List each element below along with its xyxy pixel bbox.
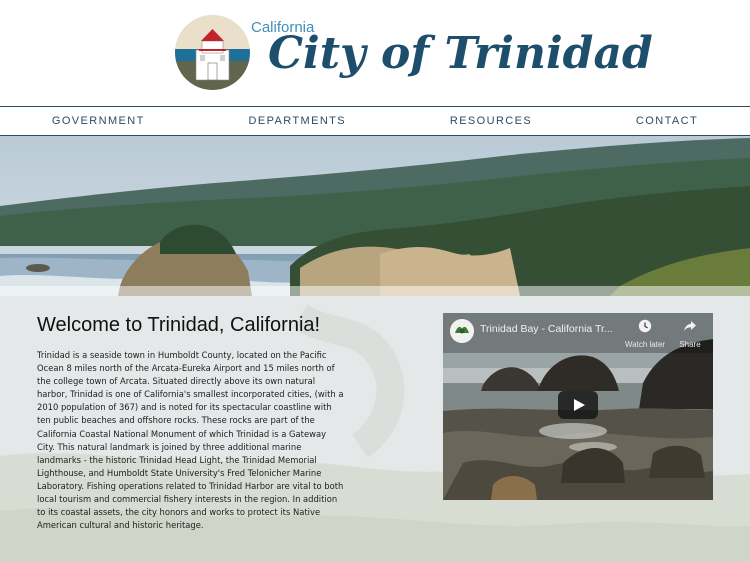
hero-coastline-image — [0, 136, 750, 296]
welcome-section: Welcome to Trinidad, California! Trinida… — [0, 296, 750, 562]
share-label: Share — [679, 340, 701, 349]
video-title[interactable]: Trinidad Bay - California Tr... — [480, 323, 613, 335]
nav-item-resources[interactable]: RESOURCES — [450, 115, 532, 127]
share-button[interactable]: Share — [675, 319, 705, 349]
nav-item-departments[interactable]: DEPARTMENTS — [249, 115, 347, 127]
main-navigation: GOVERNMENT DEPARTMENTS RESOURCES CONTACT — [0, 106, 750, 136]
nav-item-government[interactable]: GOVERNMENT — [52, 115, 145, 127]
play-icon[interactable] — [558, 391, 598, 419]
clock-icon — [638, 319, 652, 333]
lighthouse-logo-icon[interactable] — [175, 15, 250, 90]
site-header: California City of Trinidad — [0, 0, 750, 106]
channel-avatar-icon[interactable] — [450, 319, 474, 343]
watch-later-button[interactable]: Watch later — [624, 319, 666, 349]
share-arrow-icon — [684, 321, 696, 331]
page-title: Welcome to Trinidad, California! — [37, 314, 321, 336]
welcome-paragraph: Trinidad is a seaside town in Humboldt C… — [37, 350, 344, 531]
embedded-video-player[interactable]: Trinidad Bay - California Tr... Watch la… — [443, 313, 713, 500]
watch-later-label: Watch later — [624, 340, 666, 349]
site-logo-title[interactable]: City of Trinidad — [268, 28, 653, 79]
nav-item-contact[interactable]: CONTACT — [636, 115, 698, 127]
